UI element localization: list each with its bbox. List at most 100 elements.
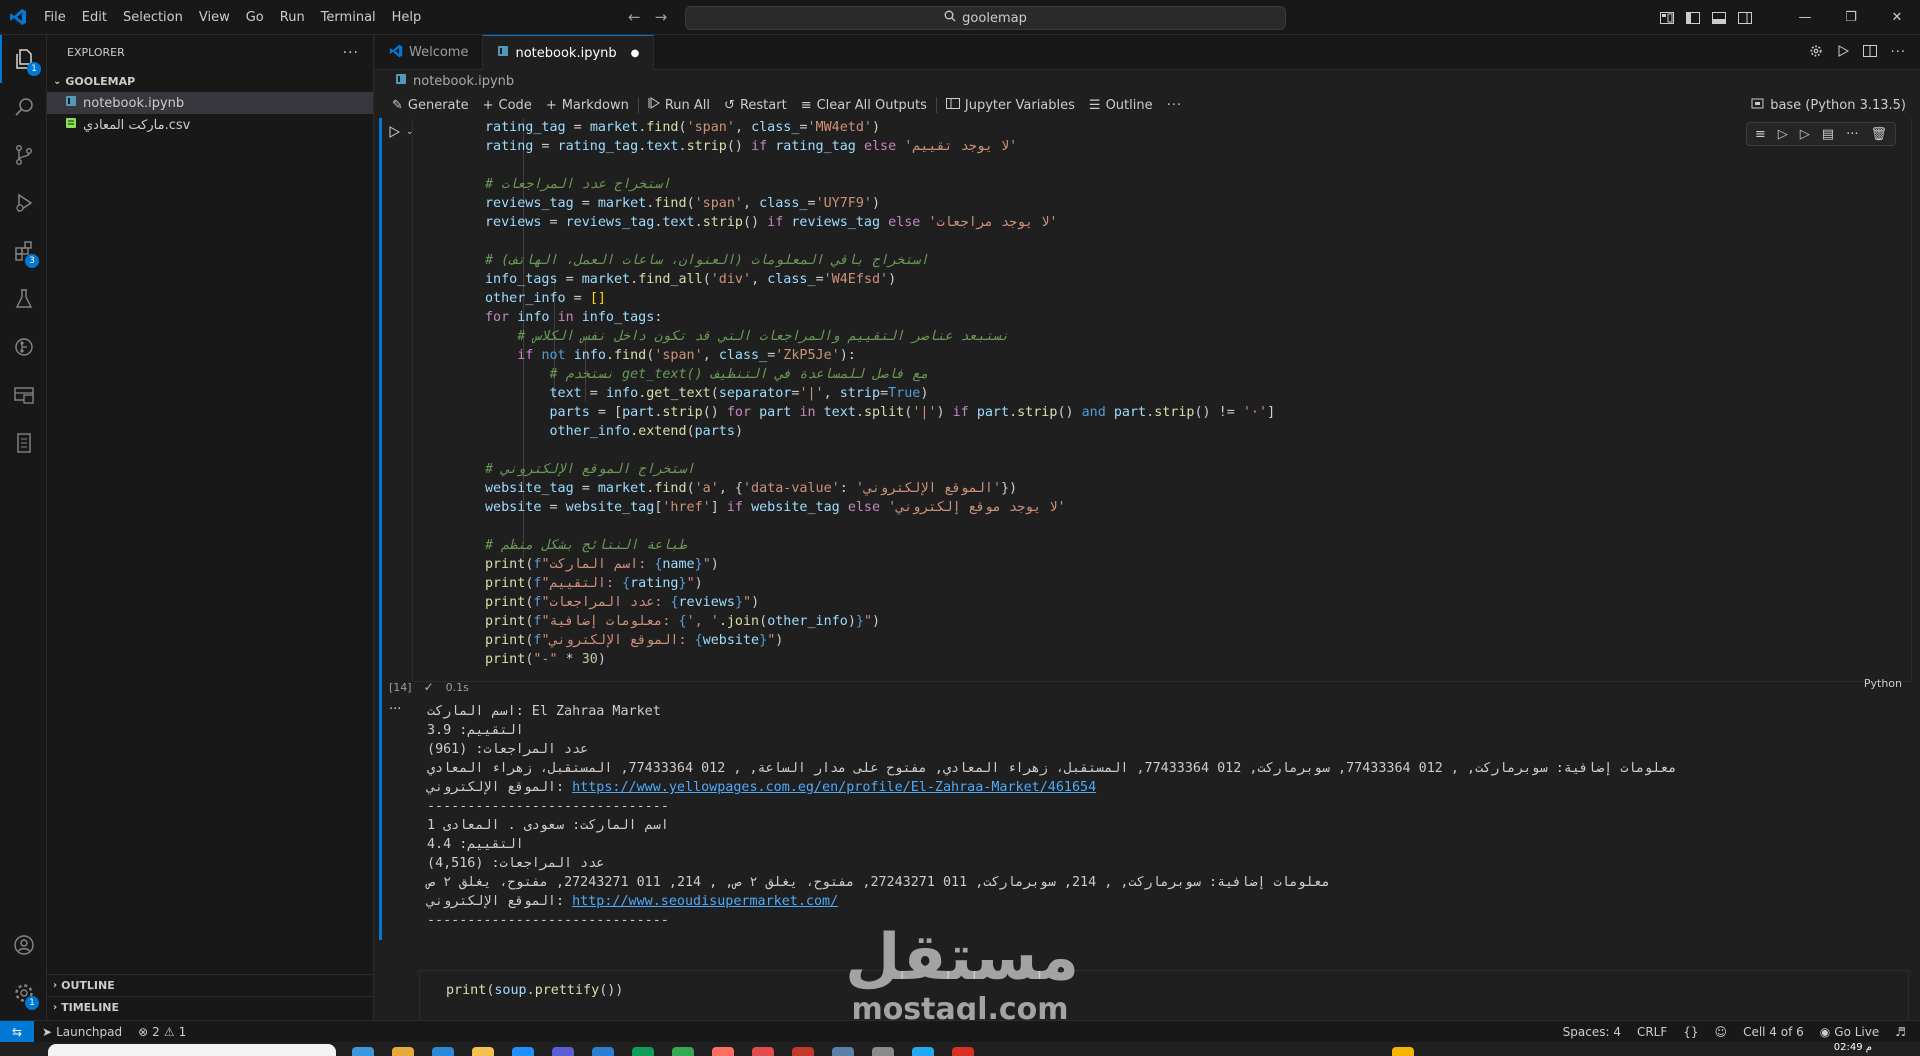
error-icon: ⊗ [138,1024,149,1039]
accounts-icon[interactable] [0,921,47,969]
restore-icon[interactable]: ❐ [1828,0,1874,35]
split-cell-icon[interactable]: ▤ [1822,127,1834,142]
outline-section[interactable]: › OUTLINE [47,974,374,996]
menu-run[interactable]: Run [272,0,313,35]
taskbar-app-icon[interactable] [432,1047,454,1056]
back-arrow-icon[interactable]: ← [628,8,641,26]
file-notebook[interactable]: notebook.ipynb [47,92,373,114]
close-icon[interactable]: ✕ [1874,0,1920,35]
folder-goolemap[interactable]: ⌄ GOOLEMAP [47,70,373,92]
notifications-bell-icon[interactable]: ♬ [1887,1021,1914,1043]
taskbar-app-icon[interactable] [952,1047,974,1056]
outline-button[interactable]: ☰ Outline [1082,92,1160,118]
menu-terminal[interactable]: Terminal [313,0,384,35]
go-live-item[interactable]: ◉ Go Live [1812,1021,1887,1043]
execute-below-icon[interactable]: ▷ [1800,127,1810,142]
taskbar-app-icon[interactable] [552,1047,574,1056]
delete-cell-icon[interactable]: 🗑 [1870,127,1887,142]
taskbar-app-icon[interactable] [872,1047,894,1056]
more-actions-icon[interactable]: ··· [343,45,359,61]
menu-view[interactable]: View [191,0,238,35]
toggle-secondary-sidebar-icon[interactable] [1732,0,1758,35]
breadcrumb-item[interactable]: notebook.ipynb [413,74,514,89]
taskbar-app-icon[interactable] [352,1047,374,1056]
copilot-icon[interactable]: ☺ [1707,1021,1736,1043]
language-braces-item[interactable]: {} [1675,1021,1706,1043]
run-all-button[interactable]: Run All [641,92,717,118]
output-more-icon[interactable]: ··· [389,702,401,717]
kernel-icon [1751,97,1764,114]
source-control-icon[interactable] [0,131,47,179]
taskbar-app-icon[interactable] [512,1047,534,1056]
taskbar-app-icon[interactable] [1392,1047,1414,1056]
add-markdown-button[interactable]: + Markdown [539,92,636,118]
file-csv[interactable]: ماركت المعادي.csv [47,114,373,136]
more-actions-icon[interactable]: ··· [1891,45,1906,60]
menu-selection[interactable]: Selection [115,0,191,35]
menu-file[interactable]: File [36,0,74,35]
toggle-panel-icon[interactable] [1706,0,1732,35]
extensions-icon[interactable]: 3 [0,227,47,275]
warning-count: 1 [178,1024,187,1039]
toggle-primary-sidebar-icon[interactable] [1680,0,1706,35]
tab-welcome[interactable]: Welcome [375,35,484,70]
eol-item[interactable]: CRLF [1629,1021,1675,1043]
unsaved-dot-icon[interactable]: ● [631,48,640,59]
cell-position-item[interactable]: Cell 4 of 6 [1735,1021,1812,1043]
output-link[interactable]: https://www.yellowpages.com.eg/en/profil… [572,780,1096,795]
restart-button[interactable]: ↺ Restart [717,92,794,118]
taskbar-app-icon[interactable] [672,1047,694,1056]
jupyter-variables-button[interactable]: Jupyter Variables [939,92,1082,118]
split-editor-icon[interactable] [1862,44,1877,61]
taskbar-app-icon[interactable] [912,1047,934,1056]
remote-explorer-icon[interactable] [0,371,47,419]
jupyter-variables-icon[interactable] [0,419,47,467]
kernel-picker[interactable]: base (Python 3.13.5) [1751,92,1906,118]
run-play-icon[interactable] [1837,44,1849,61]
explorer-icon[interactable]: 1 [0,35,47,83]
menu-help[interactable]: Help [384,0,430,35]
remote-indicator-icon[interactable]: ⇆ [0,1020,34,1043]
clear-outputs-button[interactable]: ≡ Clear All Outputs [794,92,934,118]
launchpad-item[interactable]: ➤ Launchpad [34,1021,130,1043]
warning-icon: ⚠ [163,1024,175,1039]
taskbar-search[interactable] [48,1044,336,1056]
generate-button[interactable]: ✎ Generate [385,92,476,118]
taskbar-app-icon[interactable] [832,1047,854,1056]
search-view-icon[interactable] [0,83,47,131]
menu-go[interactable]: Go [238,0,272,35]
execute-cell-button[interactable]: ⌄ [389,126,414,138]
indentation-item[interactable]: Spaces: 4 [1555,1021,1629,1043]
more-actions-icon[interactable]: ··· [1846,127,1858,142]
execute-above-icon[interactable]: ▷ [1778,127,1788,142]
taskbar-app-icon[interactable] [712,1047,734,1056]
taskbar-app-icon[interactable] [592,1047,614,1056]
problems-item[interactable]: ⊗ 2 ⚠ 1 [130,1021,194,1043]
code-cell-2[interactable]: print(soup.prettify()) [419,970,1909,1020]
timeline-section[interactable]: › TIMELINE [47,996,374,1018]
status-bar: ⇆ ➤ Launchpad ⊗ 2 ⚠ 1 Spaces: 4 CRLF {} … [0,1020,1920,1043]
run-debug-icon[interactable] [0,179,47,227]
tab-notebook[interactable]: notebook.ipynb ● [483,35,655,70]
output-link[interactable]: http://www.seoudisupermarket.com/ [572,894,838,909]
file-label: notebook.ipynb [83,95,185,111]
add-code-button[interactable]: + Code [476,92,539,118]
cell-language[interactable]: Python [1864,677,1902,690]
menu-edit[interactable]: Edit [74,0,115,35]
git-lens-icon[interactable] [0,323,47,371]
taskbar-app-icon[interactable] [392,1047,414,1056]
taskbar-app-icon[interactable] [472,1047,494,1056]
settings-gear-icon[interactable] [1809,44,1823,62]
taskbar-app-icon[interactable] [752,1047,774,1056]
forward-arrow-icon[interactable]: → [655,8,668,26]
go-live-label: Go Live [1834,1025,1880,1039]
run-by-line-icon[interactable]: ≡ [1755,127,1766,142]
taskbar-app-icon[interactable] [792,1047,814,1056]
customize-layout-icon[interactable] [1654,0,1680,35]
command-center-search[interactable]: goolemap [685,6,1286,30]
minimize-icon[interactable]: — [1782,0,1828,35]
more-actions-icon[interactable]: ··· [1160,92,1189,118]
taskbar-app-icon[interactable] [632,1047,654,1056]
manage-gear-icon[interactable]: 1 [0,969,47,1017]
testing-flask-icon[interactable] [0,275,47,323]
